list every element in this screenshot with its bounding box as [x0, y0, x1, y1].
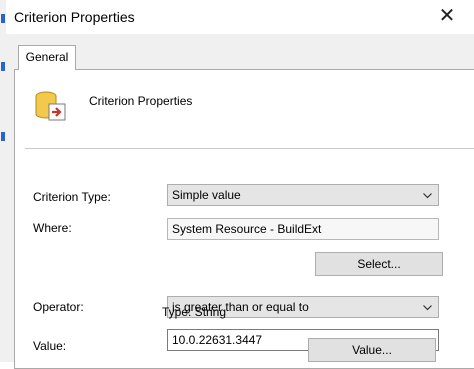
- chevron-down-icon: [423, 305, 432, 311]
- background-marker: [1, 62, 5, 71]
- separator: [25, 148, 474, 149]
- value-label: Value:: [33, 339, 67, 353]
- window-title: Criterion Properties: [14, 9, 135, 25]
- criterion-icon: [35, 91, 66, 121]
- select-button[interactable]: Select...: [315, 252, 443, 276]
- criterion-type-dropdown[interactable]: Simple value: [167, 184, 439, 206]
- criterion-type-value: Simple value: [172, 188, 241, 202]
- chevron-down-icon: [423, 193, 432, 199]
- criterion-type-label: Criterion Type:: [33, 190, 111, 204]
- tab-general[interactable]: General: [18, 45, 76, 70]
- where-field: System Resource - BuildExt: [167, 218, 439, 240]
- dialog-body: General Criterion Properties Criterion T…: [6, 34, 474, 369]
- background-marker: [1, 14, 5, 23]
- close-icon[interactable]: ✕: [432, 2, 462, 30]
- where-label: Where:: [33, 221, 72, 235]
- header-title: Criterion Properties: [89, 94, 193, 108]
- operator-label: Operator:: [33, 300, 84, 314]
- value-button[interactable]: Value...: [308, 338, 436, 362]
- type-info: Type: String: [162, 305, 227, 319]
- title-bar: Criterion Properties ✕: [6, 0, 474, 34]
- background-marker: [1, 132, 5, 141]
- where-value: System Resource - BuildExt: [172, 222, 322, 236]
- value-text: 10.0.22631.3447: [172, 333, 263, 347]
- general-panel: Criterion Properties Criterion Type: Sim…: [14, 69, 474, 369]
